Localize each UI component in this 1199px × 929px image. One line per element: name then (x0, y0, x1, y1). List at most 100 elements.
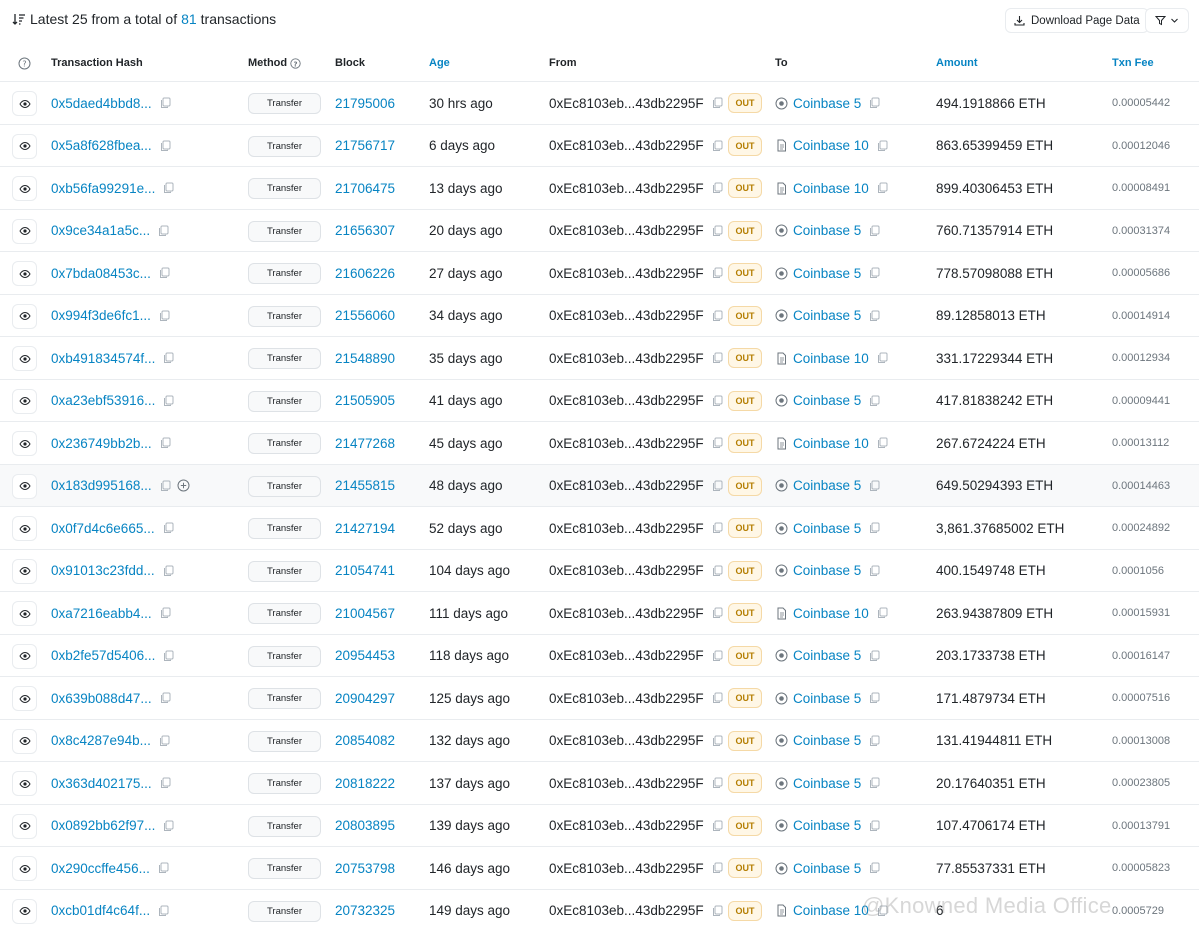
from-address[interactable]: 0xEc8103eb...43db2295F (549, 308, 704, 323)
copy-icon[interactable] (869, 692, 880, 704)
from-address[interactable]: 0xEc8103eb...43db2295F (549, 436, 704, 451)
block-link[interactable]: 20954453 (335, 635, 395, 677)
copy-icon[interactable] (160, 437, 171, 449)
copy-icon[interactable] (712, 607, 723, 619)
copy-icon[interactable] (712, 692, 723, 704)
to-address-link[interactable]: Coinbase 5 (793, 308, 861, 323)
copy-icon[interactable] (712, 820, 723, 832)
from-address[interactable]: 0xEc8103eb...43db2295F (549, 181, 704, 196)
copy-icon[interactable] (159, 310, 170, 322)
copy-icon[interactable] (869, 97, 880, 109)
copy-icon[interactable] (869, 310, 880, 322)
txn-hash-link[interactable]: 0x5daed4bbd8... (51, 96, 152, 111)
to-address-link[interactable]: Coinbase 5 (793, 691, 861, 706)
txn-hash-link[interactable]: 0x363d402175... (51, 776, 152, 791)
column-header-txn-fee[interactable]: Txn Fee (1112, 57, 1154, 69)
block-link[interactable]: 20904297 (335, 677, 395, 719)
copy-icon[interactable] (869, 480, 880, 492)
filter-dropdown-button[interactable] (1145, 8, 1189, 33)
to-address-link[interactable]: Coinbase 10 (793, 903, 869, 918)
view-details-button[interactable] (12, 473, 37, 499)
view-details-button[interactable] (12, 176, 37, 201)
to-address-link[interactable]: Coinbase 5 (793, 776, 861, 791)
copy-icon[interactable] (159, 267, 170, 279)
copy-icon[interactable] (869, 395, 880, 407)
txn-hash-link[interactable]: 0xb2fe57d5406... (51, 648, 155, 663)
from-address[interactable]: 0xEc8103eb...43db2295F (549, 351, 704, 366)
block-link[interactable]: 21706475 (335, 167, 395, 209)
copy-icon[interactable] (712, 182, 723, 194)
txn-hash-link[interactable]: 0x0f7d4c6e665... (51, 521, 155, 536)
from-address[interactable]: 0xEc8103eb...43db2295F (549, 818, 704, 833)
copy-icon[interactable] (877, 352, 888, 364)
copy-icon[interactable] (869, 777, 880, 789)
to-address-link[interactable]: Coinbase 5 (793, 266, 861, 281)
txn-hash-link[interactable]: 0xb491834574f... (51, 351, 155, 366)
copy-icon[interactable] (712, 352, 723, 364)
txn-hash-link[interactable]: 0xa23ebf53916... (51, 393, 155, 408)
txn-hash-link[interactable]: 0x183d995168... (51, 478, 152, 493)
view-details-button[interactable] (12, 218, 37, 244)
from-address[interactable]: 0xEc8103eb...43db2295F (549, 563, 704, 578)
to-address-link[interactable]: Coinbase 5 (793, 818, 861, 833)
copy-icon[interactable] (869, 862, 880, 874)
to-address-link[interactable]: Coinbase 5 (793, 861, 861, 876)
txn-hash-link[interactable]: 0x994f3de6fc1... (51, 308, 151, 323)
block-link[interactable]: 21795006 (335, 82, 395, 124)
transaction-total-count[interactable]: 81 (181, 11, 197, 27)
copy-icon[interactable] (869, 267, 880, 279)
view-details-button[interactable] (12, 856, 37, 881)
copy-icon[interactable] (163, 182, 174, 194)
txn-hash-link[interactable]: 0xa7216eabb4... (51, 606, 152, 621)
view-details-button[interactable] (12, 601, 37, 626)
from-address[interactable]: 0xEc8103eb...43db2295F (549, 606, 704, 621)
block-link[interactable]: 21606226 (335, 252, 395, 294)
copy-icon[interactable] (163, 820, 174, 832)
copy-icon[interactable] (160, 97, 171, 109)
view-details-button[interactable] (12, 346, 37, 371)
column-header-amount[interactable]: Amount (936, 57, 978, 69)
copy-icon[interactable] (712, 97, 723, 109)
view-details-button[interactable] (12, 303, 37, 329)
copy-icon[interactable] (163, 395, 174, 407)
copy-icon[interactable] (869, 225, 880, 237)
from-address[interactable]: 0xEc8103eb...43db2295F (549, 96, 704, 111)
copy-icon[interactable] (869, 565, 880, 577)
txn-hash-link[interactable]: 0x236749bb2b... (51, 436, 152, 451)
txn-hash-link[interactable]: 0x290ccffe456... (51, 861, 150, 876)
view-details-button[interactable] (12, 686, 37, 711)
view-details-button[interactable] (12, 133, 37, 159)
block-link[interactable]: 21548890 (335, 337, 395, 379)
block-link[interactable]: 21455815 (335, 465, 395, 507)
txn-hash-link[interactable]: 0x5a8f628fbea... (51, 138, 152, 153)
copy-icon[interactable] (712, 650, 723, 662)
block-link[interactable]: 21656307 (335, 210, 395, 252)
view-details-button[interactable] (12, 261, 37, 286)
copy-icon[interactable] (712, 437, 723, 449)
copy-icon[interactable] (712, 905, 723, 917)
to-address-link[interactable]: Coinbase 10 (793, 351, 869, 366)
block-link[interactable]: 20753798 (335, 847, 395, 889)
txn-hash-link[interactable]: 0xb56fa99291e... (51, 181, 155, 196)
view-details-button[interactable] (12, 431, 37, 456)
copy-icon[interactable] (160, 480, 171, 492)
txn-hash-link[interactable]: 0x91013c23fdd... (51, 563, 155, 578)
copy-icon[interactable] (869, 820, 880, 832)
to-address-link[interactable]: Coinbase 10 (793, 606, 869, 621)
view-details-button[interactable] (12, 558, 37, 584)
txn-hash-link[interactable]: 0x8c4287e94b... (51, 733, 151, 748)
copy-icon[interactable] (160, 692, 171, 704)
from-address[interactable]: 0xEc8103eb...43db2295F (549, 903, 704, 918)
from-address[interactable]: 0xEc8103eb...43db2295F (549, 648, 704, 663)
copy-icon[interactable] (160, 607, 171, 619)
copy-icon[interactable] (869, 522, 880, 534)
from-address[interactable]: 0xEc8103eb...43db2295F (549, 138, 704, 153)
view-details-button[interactable] (12, 516, 37, 541)
view-details-button[interactable] (12, 643, 37, 669)
from-address[interactable]: 0xEc8103eb...43db2295F (549, 691, 704, 706)
copy-icon[interactable] (877, 182, 888, 194)
block-link[interactable]: 21054741 (335, 550, 395, 592)
to-address-link[interactable]: Coinbase 10 (793, 436, 869, 451)
to-address-link[interactable]: Coinbase 5 (793, 478, 861, 493)
copy-icon[interactable] (869, 650, 880, 662)
